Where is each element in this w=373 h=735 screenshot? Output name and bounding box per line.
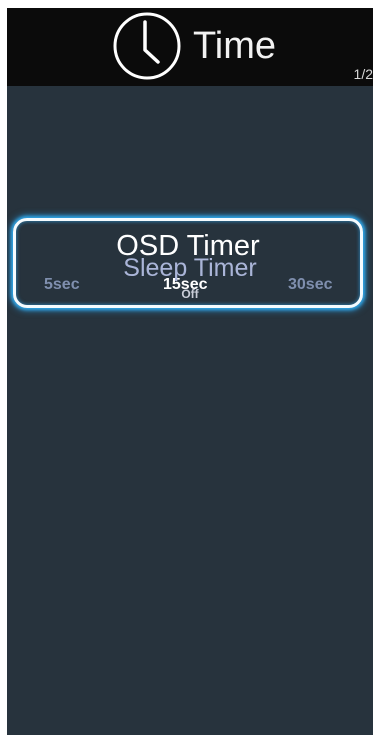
- osd-screen: Time 1/2 OSD Timer 5sec 15sec 30sec Slee…: [7, 8, 373, 735]
- header-bar: Time 1/2: [7, 8, 373, 86]
- sleep-timer-item[interactable]: Sleep Timer: [7, 253, 373, 283]
- page-title: Time: [193, 25, 277, 67]
- page-indicator: 1/2: [353, 66, 373, 82]
- sleep-timer-value: Off: [181, 287, 199, 301]
- clock-icon: [113, 12, 181, 80]
